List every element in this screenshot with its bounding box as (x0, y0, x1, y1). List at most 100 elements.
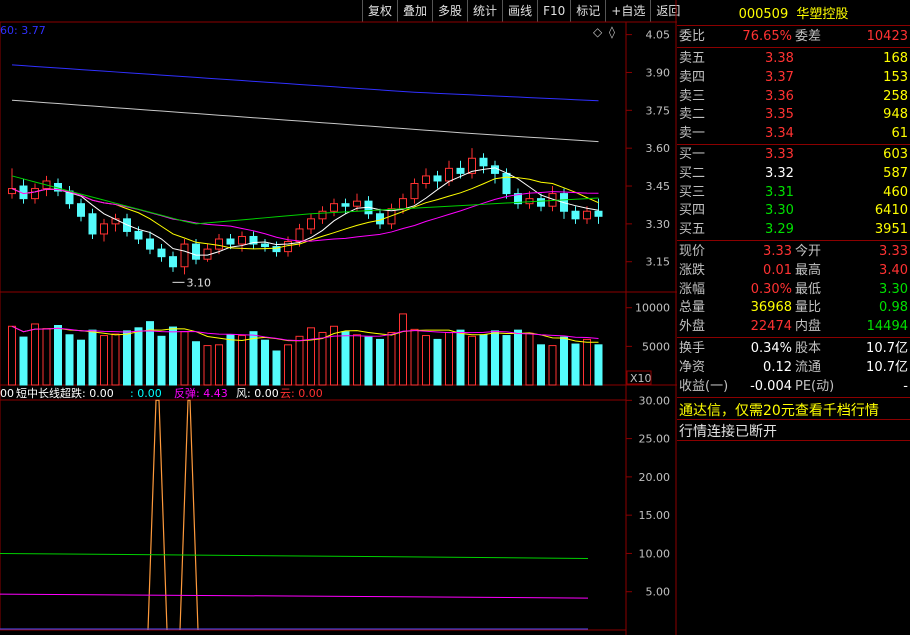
info-label: 换手 (679, 341, 706, 356)
stat-row-0: 现价 3.33 今开 3.33 (677, 243, 910, 261)
candle (422, 175, 430, 184)
volume-bar (422, 335, 430, 386)
price-tick: 3.45 (646, 180, 671, 193)
stat-label: 总量 (679, 300, 706, 316)
info-value: 10.7亿 (866, 341, 908, 356)
ask-row-4: 卖二 3.35 948 (677, 106, 910, 124)
ask-label: 卖一 (679, 126, 706, 142)
bid-label: 买五 (679, 222, 706, 238)
volume-bar (594, 344, 603, 386)
candle (77, 203, 85, 217)
candle (295, 228, 304, 243)
stat-value: 3.30 (879, 281, 908, 297)
candle (341, 203, 350, 207)
volume-bar (583, 338, 591, 386)
step-icon[interactable]: ◊ (609, 25, 615, 39)
volume-bar (502, 335, 511, 386)
ma250-line (11, 64, 599, 102)
low-marker: 3.10 (187, 276, 212, 289)
bid-volume: 6410 (874, 203, 908, 219)
price-tick: 4.05 (646, 29, 671, 42)
info-label: 收益(一) (679, 378, 729, 394)
volume-bar (19, 336, 28, 386)
ma120-line (11, 99, 599, 143)
price-tick: 3.75 (646, 104, 671, 117)
ask-volume: 153 (883, 69, 908, 85)
stat-label: 内盘 (795, 319, 822, 335)
stat-value: 0.98 (879, 300, 908, 316)
candle (31, 188, 39, 200)
ask-price: 3.35 (765, 107, 794, 123)
volume-bar (65, 334, 74, 386)
volume-bar (307, 327, 315, 386)
volume-bar (215, 344, 223, 386)
volume-bar (537, 344, 545, 386)
volume-bar (226, 334, 235, 386)
volume-bar (180, 331, 189, 386)
candle (180, 243, 189, 268)
ask-price: 3.37 (765, 69, 794, 85)
info-value: - (903, 378, 908, 394)
info-row-0: 换手 0.34% 股本 10.7亿 (677, 340, 910, 358)
candle (100, 223, 108, 235)
bid-row-1: 买一 3.33 603 (677, 146, 910, 164)
ask-volume: 948 (883, 107, 908, 123)
candle (192, 243, 200, 260)
candle (571, 210, 580, 220)
indicator-legend-2: : 0.00 (130, 387, 162, 400)
stat-value: 3.33 (763, 244, 792, 259)
stat-label: 涨跌 (679, 262, 706, 278)
volume-bar (249, 331, 258, 386)
volume-bar (77, 339, 85, 386)
info-label: 净资 (679, 359, 706, 375)
bid-price: 3.33 (765, 147, 794, 162)
info-value: 10.7亿 (866, 359, 908, 375)
indicator-magenta-line (0, 593, 589, 599)
candle (491, 165, 499, 174)
volume-chart[interactable] (8, 313, 603, 386)
volume-bar (31, 323, 39, 386)
bid-label: 买二 (679, 165, 706, 181)
indicator-legend-1: 短中长线超跌: 0.00 (16, 386, 114, 400)
info-row-1: 净资 0.12 流通 10.7亿 (677, 359, 910, 377)
volume-bar (514, 329, 522, 386)
ad-banner[interactable]: 通达信，仅需20元查看千档行情 (679, 400, 879, 420)
volume-bar (238, 335, 246, 386)
indicator-chart[interactable] (0, 399, 589, 631)
ask-price: 3.34 (765, 126, 794, 142)
indicator-legend-3: 反弹: 4.43 (174, 386, 228, 400)
price-axis: 4.05 3.90 3.75 3.60 3.45 3.30 3.15 10000 5000 X10… (626, 29, 670, 599)
volume-bar (169, 326, 177, 386)
info-row-2: 收益(一) -0.004 PE(动) - (677, 378, 910, 396)
volume-bar (192, 341, 200, 386)
volume-bar (376, 338, 384, 386)
indicator-tick: 20.00 (639, 471, 671, 484)
bid-price: 3.30 (765, 203, 794, 219)
ask-label: 卖三 (679, 88, 706, 104)
stat-value: 3.40 (879, 262, 908, 278)
bid-row-3: 买三 3.31 460 (677, 184, 910, 202)
volume-bar (157, 335, 166, 386)
diamond-icon[interactable]: ◇ (593, 25, 603, 39)
candle (456, 167, 465, 174)
candle (399, 198, 407, 210)
stat-label: 外盘 (679, 319, 706, 335)
indicator-legend-5: 云: 0.00 (280, 387, 323, 400)
volume-bar (399, 313, 407, 386)
indicator-tick: 15.00 (639, 509, 671, 522)
indicator-tick: 25.00 (639, 433, 671, 446)
ask-volume: 258 (883, 88, 908, 104)
volume-bar (203, 345, 212, 386)
stat-value: 0.30% (750, 281, 792, 297)
volume-bar (548, 345, 557, 386)
ask-price: 3.36 (765, 88, 794, 104)
volume-bar (341, 331, 350, 386)
stat-label: 现价 (679, 244, 706, 259)
volume-bar (295, 335, 304, 386)
weibi-value: 76.65% (742, 29, 792, 44)
stat-label: 最高 (795, 262, 822, 278)
ma-legend: 60: 3.77 (0, 24, 46, 37)
price-chart[interactable]: 3.10 (8, 64, 603, 289)
ask-price: 3.38 (765, 51, 794, 66)
candle (169, 256, 177, 268)
